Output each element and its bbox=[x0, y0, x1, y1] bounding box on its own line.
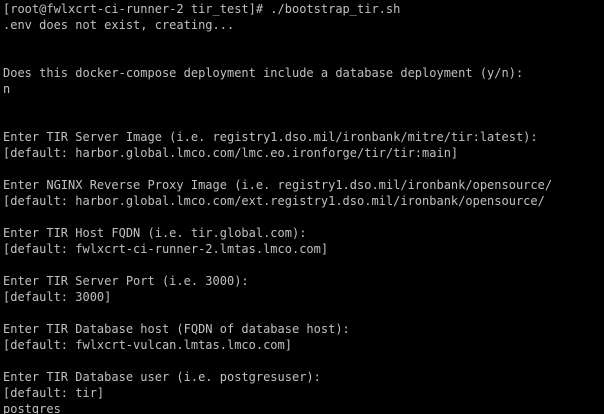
terminal-line-command: [root@fwlxcrt-ci-runner-2 tir_test]# ./b… bbox=[3, 2, 401, 16]
terminal-line-db-host-prompt: Enter TIR Database host (FQDN of databas… bbox=[3, 322, 350, 336]
terminal-line-fqdn-default: [default: fwlxcrt-ci-runner-2.lmtas.lmco… bbox=[3, 242, 329, 256]
terminal-line-server-image-default: [default: harbor.global.lmco.com/lmc.eo.… bbox=[3, 146, 459, 160]
terminal-line-server-image-prompt: Enter TIR Server Image (i.e. registry1.d… bbox=[3, 130, 538, 144]
terminal-line-env-notice: .env does not exist, creating... bbox=[3, 18, 235, 32]
terminal-line-db-user-default: [default: tir] bbox=[3, 386, 105, 400]
terminal-line-db-host-default: [default: fwlxcrt-vulcan.lmtas.lmco.com] bbox=[3, 338, 292, 352]
terminal-line-user-input[interactable]: postgres bbox=[3, 401, 604, 414]
terminal-line-port-default: [default: 3000] bbox=[3, 290, 112, 304]
terminal-window[interactable]: [root@fwlxcrt-ci-runner-2 tir_test]# ./b… bbox=[0, 0, 604, 414]
terminal-line-fqdn-prompt: Enter TIR Host FQDN (i.e. tir.global.com… bbox=[3, 226, 307, 240]
terminal-line-nginx-prompt: Enter NGINX Reverse Proxy Image (i.e. re… bbox=[3, 178, 553, 192]
terminal-line-db-answer: n bbox=[3, 82, 11, 96]
terminal-line-db-prompt: Does this docker-compose deployment incl… bbox=[3, 66, 524, 80]
terminal-line-db-user-prompt: Enter TIR Database user (i.e. postgresus… bbox=[3, 370, 321, 384]
terminal-line-port-prompt: Enter TIR Server Port (i.e. 3000): bbox=[3, 274, 249, 288]
terminal-line-nginx-default: [default: harbor.global.lmco.com/ext.reg… bbox=[3, 194, 545, 208]
